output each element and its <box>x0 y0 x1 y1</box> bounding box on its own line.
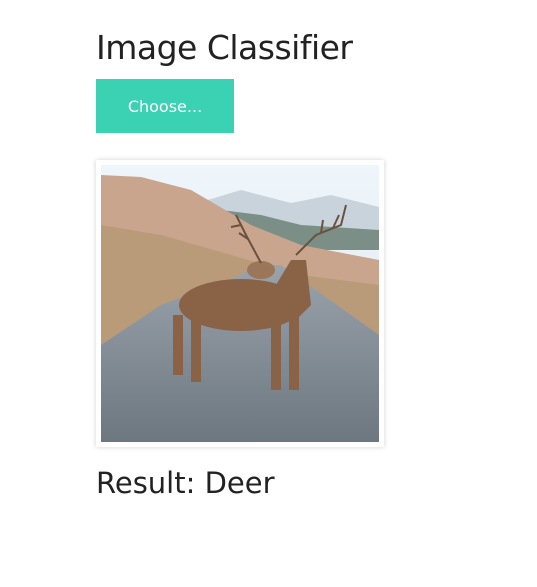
page-title: Image Classifier <box>96 28 353 67</box>
result-label: Result: Deer <box>96 466 275 500</box>
image-preview <box>96 160 384 447</box>
deer-photo <box>101 165 379 442</box>
choose-file-button[interactable]: Choose... <box>96 79 234 133</box>
